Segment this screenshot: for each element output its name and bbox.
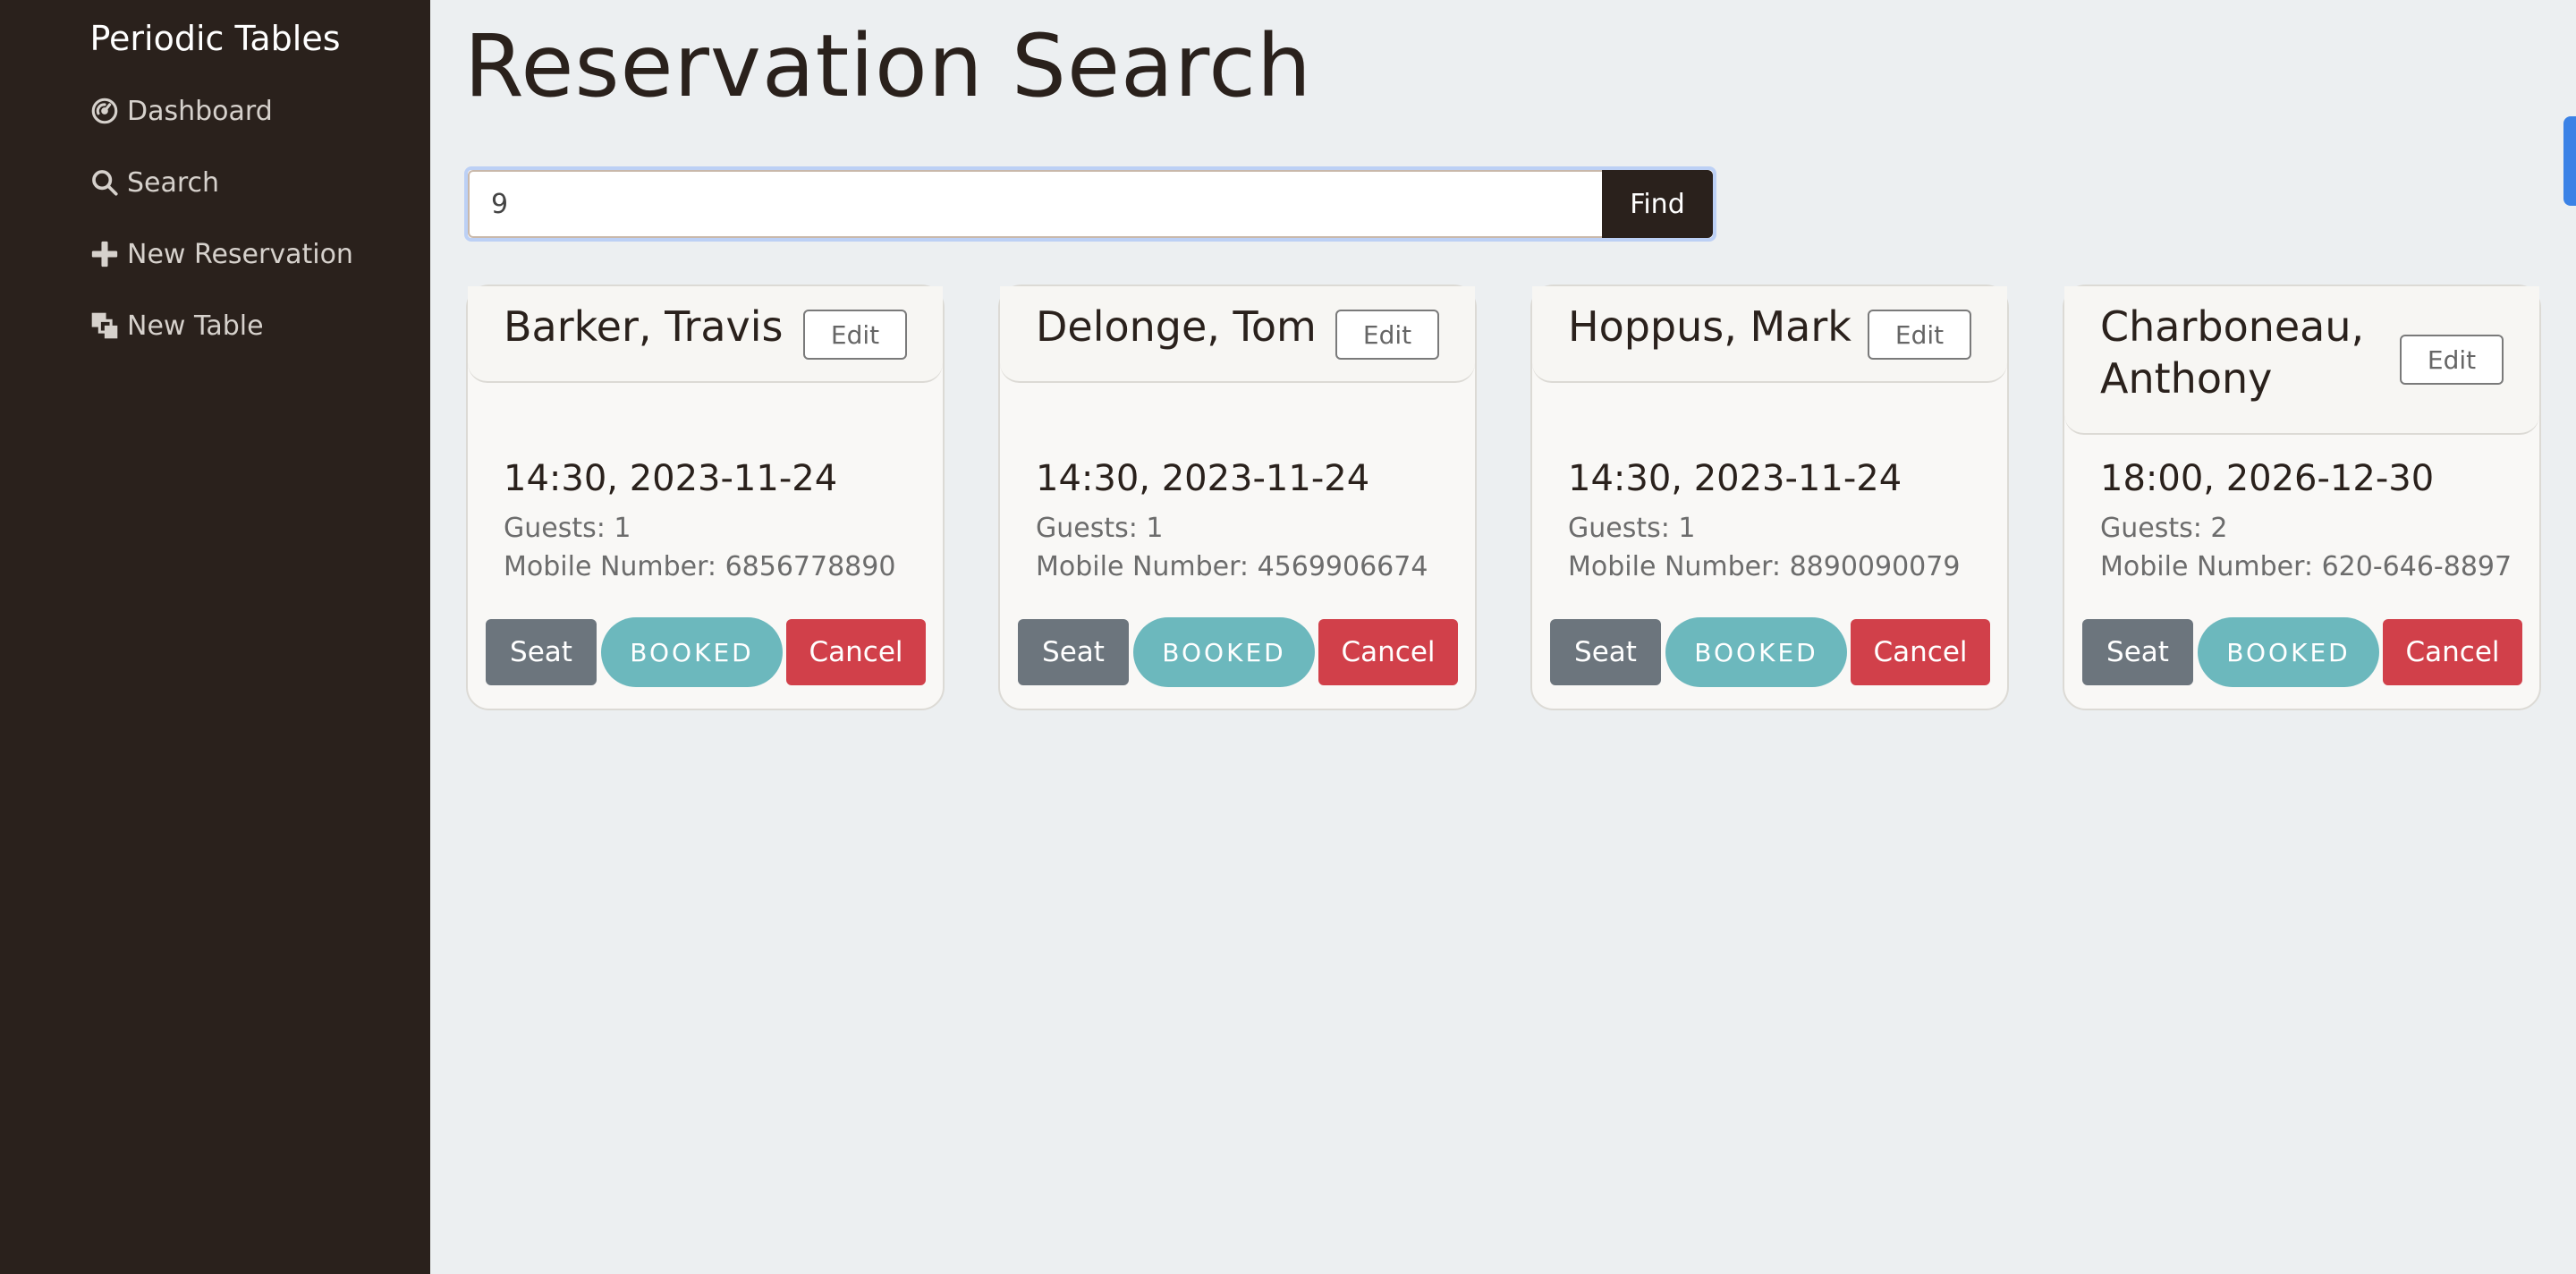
sidebar-item-new-reservation[interactable]: New Reservation bbox=[89, 232, 353, 276]
reservation-name: Charboneau, Anthony bbox=[2100, 302, 2365, 403]
seat-button[interactable]: Seat bbox=[1550, 619, 1661, 685]
app-window: Periodic Tables Dashboard Search New Res… bbox=[0, 0, 2576, 1274]
sidebar: Periodic Tables Dashboard Search New Res… bbox=[0, 0, 430, 1274]
reservation-datetime: 14:30, 2023-11-24 bbox=[1568, 458, 1902, 499]
reservation-mobile: Mobile Number: 620-646-8897 bbox=[2100, 551, 2512, 582]
reservation-datetime: 14:30, 2023-11-24 bbox=[504, 458, 838, 499]
sidebar-item-search[interactable]: Search bbox=[89, 160, 219, 205]
status-badge: BOOKED bbox=[1665, 617, 1847, 687]
reservation-card: Delonge, Tom Edit 14:30, 2023-11-24 Gues… bbox=[998, 285, 1477, 710]
reservation-guests: Guests: 1 bbox=[504, 513, 631, 544]
sidebar-item-label: Dashboard bbox=[127, 95, 273, 127]
reservation-datetime: 18:00, 2026-12-30 bbox=[2100, 458, 2435, 499]
reservation-guests: Guests: 1 bbox=[1568, 513, 1696, 544]
scrollbar-thumb[interactable] bbox=[2563, 116, 2576, 206]
reservation-name: Delonge, Tom bbox=[1036, 302, 1317, 351]
reservation-card: Hoppus, Mark Edit 14:30, 2023-11-24 Gues… bbox=[1530, 285, 2009, 710]
sidebar-item-label: New Reservation bbox=[127, 238, 353, 270]
plus-icon bbox=[89, 239, 120, 269]
card-header: Hoppus, Mark Edit bbox=[1532, 286, 2007, 383]
edit-button[interactable]: Edit bbox=[1868, 310, 1971, 360]
reservation-guests: Guests: 1 bbox=[1036, 513, 1164, 544]
cancel-button[interactable]: Cancel bbox=[1318, 619, 1458, 685]
reservation-mobile: Mobile Number: 6856778890 bbox=[504, 551, 896, 582]
reservation-name: Barker, Travis bbox=[504, 302, 784, 351]
sidebar-item-dashboard[interactable]: Dashboard bbox=[89, 89, 273, 133]
status-badge: BOOKED bbox=[2198, 617, 2379, 687]
edit-button[interactable]: Edit bbox=[803, 310, 907, 360]
find-button[interactable]: Find bbox=[1602, 170, 1713, 238]
status-badge: BOOKED bbox=[601, 617, 783, 687]
card-header: Barker, Travis Edit bbox=[468, 286, 943, 383]
search-input[interactable] bbox=[468, 170, 1602, 238]
search-form: Find bbox=[464, 166, 1716, 242]
reservation-card: Charboneau, Anthony Edit 18:00, 2026-12-… bbox=[2063, 285, 2541, 710]
edit-button[interactable]: Edit bbox=[1335, 310, 1439, 360]
sidebar-item-label: New Table bbox=[127, 310, 264, 342]
edit-button[interactable]: Edit bbox=[2400, 335, 2504, 385]
status-badge: BOOKED bbox=[1133, 617, 1315, 687]
seat-button[interactable]: Seat bbox=[2082, 619, 2193, 685]
reservation-mobile: Mobile Number: 8890090079 bbox=[1568, 551, 1961, 582]
reservation-name: Hoppus, Mark bbox=[1568, 302, 1852, 351]
reservation-datetime: 14:30, 2023-11-24 bbox=[1036, 458, 1370, 499]
cancel-button[interactable]: Cancel bbox=[786, 619, 926, 685]
layers-icon bbox=[89, 310, 120, 341]
card-header: Delonge, Tom Edit bbox=[1000, 286, 1475, 383]
cancel-button[interactable]: Cancel bbox=[2383, 619, 2522, 685]
sidebar-item-new-table[interactable]: New Table bbox=[89, 303, 264, 348]
dashboard-icon bbox=[89, 96, 120, 126]
seat-button[interactable]: Seat bbox=[486, 619, 597, 685]
page-title: Reservation Search bbox=[464, 16, 1312, 116]
cancel-button[interactable]: Cancel bbox=[1851, 619, 1990, 685]
card-header: Charboneau, Anthony Edit bbox=[2064, 286, 2539, 435]
sidebar-item-label: Search bbox=[127, 166, 220, 199]
main-content: Reservation Search Find Barker, Travis E… bbox=[430, 0, 2576, 1274]
reservation-mobile: Mobile Number: 4569906674 bbox=[1036, 551, 1428, 582]
brand-title[interactable]: Periodic Tables bbox=[0, 14, 430, 63]
reservation-guests: Guests: 2 bbox=[2100, 513, 2228, 544]
reservation-card: Barker, Travis Edit 14:30, 2023-11-24 Gu… bbox=[466, 285, 945, 710]
seat-button[interactable]: Seat bbox=[1018, 619, 1129, 685]
search-icon bbox=[89, 167, 120, 198]
